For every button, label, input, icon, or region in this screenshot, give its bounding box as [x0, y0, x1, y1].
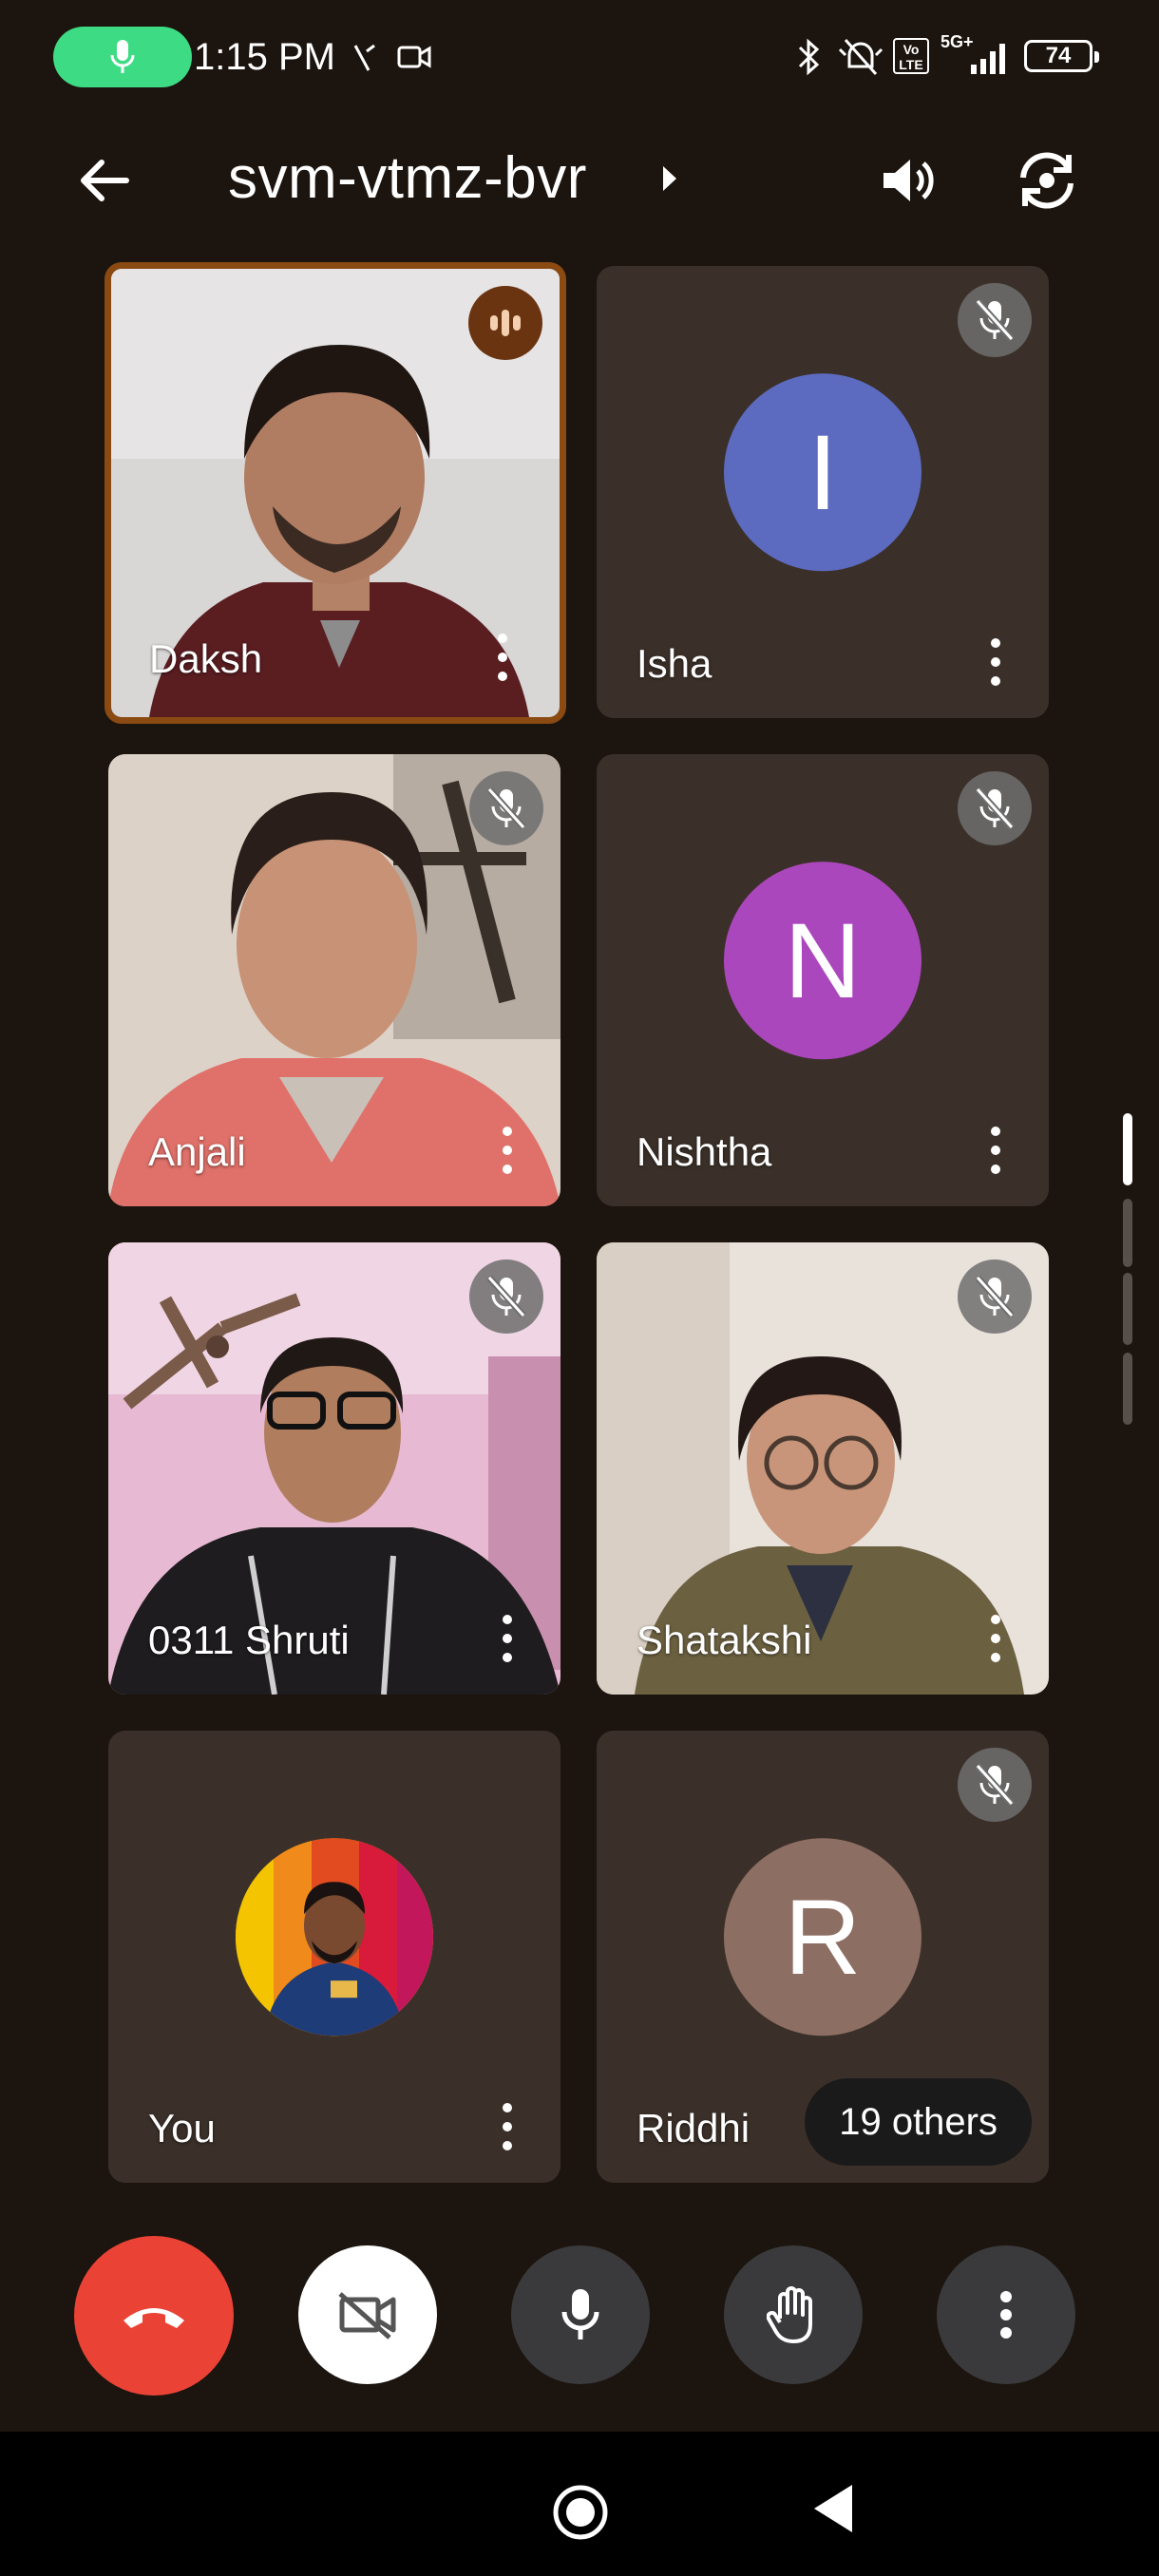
raise-hand-icon	[767, 2286, 812, 2343]
avatar-initial: R	[784, 1877, 862, 1997]
microphone-toggle-button[interactable]	[511, 2245, 650, 2384]
participant-options-button[interactable]	[986, 1615, 1005, 1662]
participant-options-button[interactable]	[498, 1127, 517, 1174]
mic-off-icon	[975, 1275, 1015, 1318]
back-button[interactable]	[66, 142, 142, 218]
mic-in-use-indicator[interactable]	[53, 27, 192, 87]
participant-options-button[interactable]	[493, 634, 512, 681]
muted-indicator	[469, 1260, 543, 1334]
home-button[interactable]	[547, 2479, 614, 2546]
home-circle-icon	[553, 2485, 608, 2540]
mic-off-icon	[975, 298, 1015, 342]
speaking-indicator	[468, 286, 542, 360]
back-triangle-icon	[814, 2485, 852, 2532]
hang-up-icon	[124, 2308, 184, 2328]
participant-options-button[interactable]	[986, 1127, 1005, 1174]
muted-indicator	[958, 283, 1032, 357]
participant-tile-nishtha[interactable]: N Nishtha	[597, 754, 1049, 1206]
mic-off-icon	[975, 786, 1015, 830]
participant-name: You	[148, 2106, 216, 2150]
avatar-initial: N	[784, 900, 862, 1020]
bluetooth-icon	[798, 38, 820, 76]
back-nav-button[interactable]	[804, 2479, 863, 2538]
speaker-icon	[884, 160, 934, 201]
chevron-right-icon	[663, 166, 676, 191]
muted-indicator	[958, 771, 1032, 845]
participant-tile-daksh[interactable]: Daksh	[104, 262, 566, 724]
avatar-initial: I	[808, 412, 838, 532]
muted-indicator	[958, 1260, 1032, 1334]
participant-options-button[interactable]	[498, 2103, 517, 2150]
participant-name: Daksh	[149, 636, 263, 681]
audio-level-icon	[490, 310, 521, 336]
status-bar: 1:15 PM Vo LTE 5G+ 74	[0, 0, 1159, 114]
participant-options-button[interactable]	[498, 1615, 517, 1662]
participant-name: Shatakshi	[636, 1618, 812, 1662]
avatar: R	[724, 1838, 922, 2036]
participant-tile-you[interactable]: You	[108, 1731, 560, 2183]
camera-off-icon	[338, 2292, 396, 2339]
muted-indicator	[958, 1748, 1032, 1822]
raise-hand-button[interactable]	[724, 2245, 863, 2384]
meeting-code[interactable]: svm-vtmz-bvr	[228, 141, 587, 217]
participant-name: Nishtha	[636, 1129, 772, 1174]
silent-bell-icon	[838, 39, 884, 75]
mic-icon	[561, 2289, 599, 2339]
system-navigation-bar	[0, 2432, 1159, 2576]
mic-off-icon	[975, 1763, 1015, 1807]
avatar: I	[724, 373, 922, 572]
participant-options-button[interactable]	[986, 638, 1005, 686]
volte-badge: Vo LTE	[893, 38, 929, 74]
participant-tile-isha[interactable]: I Isha	[597, 266, 1049, 718]
profile-photo-avatar	[236, 1838, 433, 2036]
camera-toggle-button[interactable]	[298, 2245, 437, 2384]
more-vert-icon	[1000, 2291, 1012, 2339]
switch-camera-icon	[1020, 152, 1074, 209]
participant-name: Anjali	[148, 1129, 246, 1174]
battery-level: 74	[1045, 43, 1072, 68]
participant-tile-shatakshi[interactable]: Shatakshi	[597, 1242, 1049, 1695]
status-time: 1:15 PM	[194, 36, 335, 78]
participant-name: Riddhi	[636, 2106, 750, 2150]
switch-camera-button[interactable]	[1005, 139, 1089, 222]
muted-indicator	[469, 771, 543, 845]
participant-tile-anjali[interactable]: Anjali	[108, 754, 560, 1206]
meeting-details-chevron[interactable]	[656, 160, 684, 198]
video-recorder-icon	[397, 46, 431, 68]
signal-bars-icon	[971, 44, 1005, 74]
participant-tile-riddhi[interactable]: R Riddhi 19 others	[597, 1731, 1049, 2183]
more-options-button[interactable]	[937, 2245, 1075, 2384]
audio-output-button[interactable]	[870, 142, 946, 218]
mic-off-icon	[486, 1275, 526, 1318]
participant-name: 0311 Shruti	[148, 1618, 350, 1662]
avatar-photo	[236, 1838, 433, 2036]
leave-call-button[interactable]	[74, 2236, 234, 2396]
back-arrow-icon	[81, 160, 129, 201]
signal-off-icon	[353, 44, 375, 71]
mic-off-icon	[486, 786, 526, 830]
others-count-button[interactable]: 19 others	[805, 2078, 1032, 2166]
mic-icon	[110, 40, 135, 73]
battery-indicator: 74	[1024, 40, 1099, 72]
participant-tile-shruti[interactable]: 0311 Shruti	[108, 1242, 560, 1695]
avatar: N	[724, 862, 922, 1060]
participant-name: Isha	[636, 641, 712, 686]
